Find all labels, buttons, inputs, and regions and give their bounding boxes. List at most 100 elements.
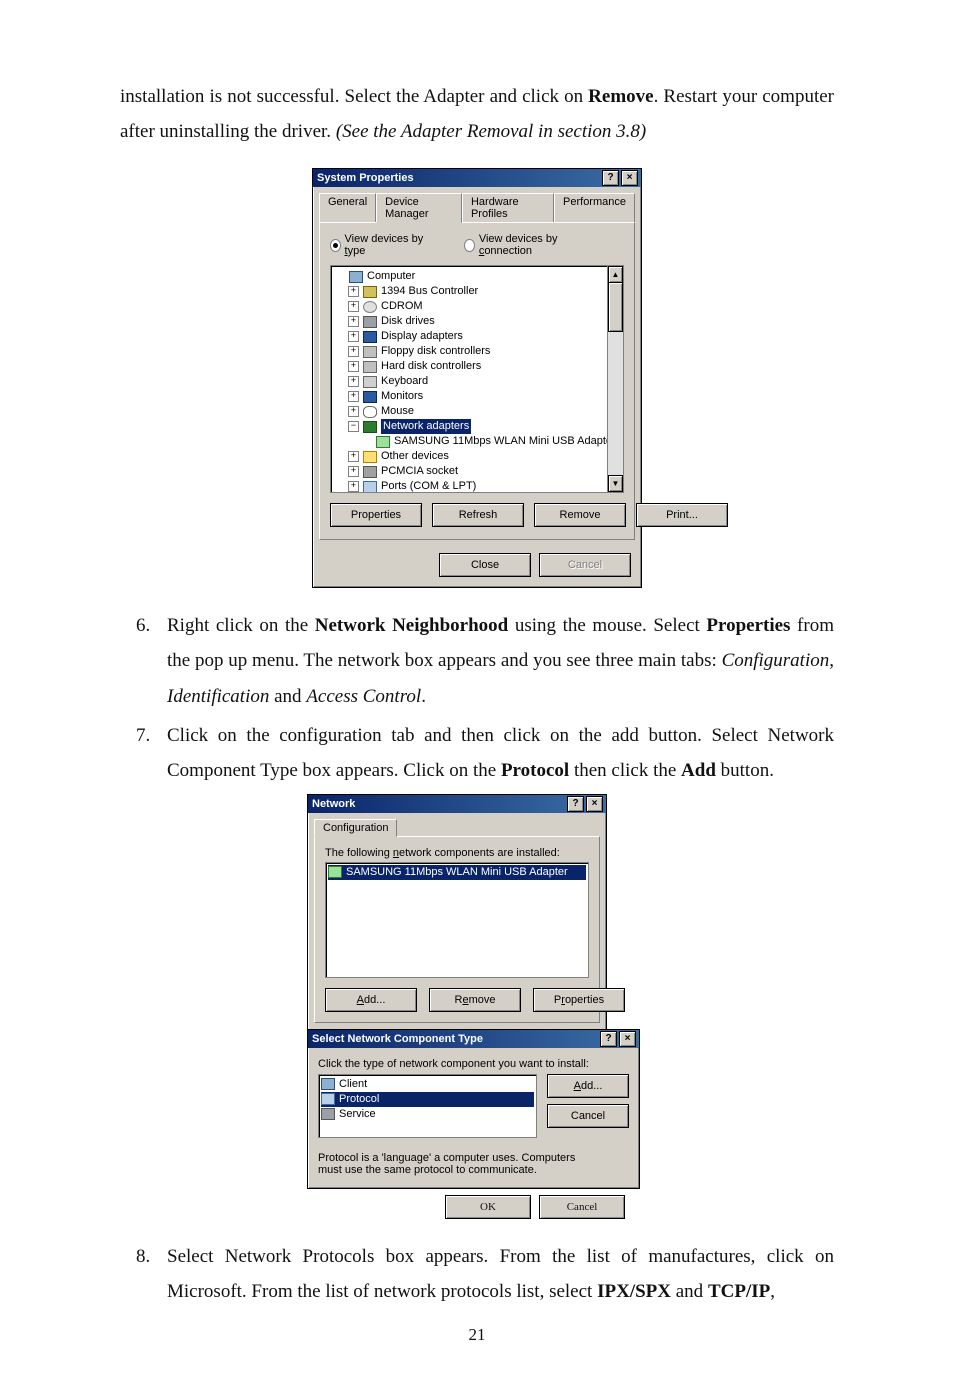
expand-icon[interactable] — [348, 391, 359, 402]
t: Protocol — [501, 760, 569, 781]
properties-button[interactable]: Properties — [533, 988, 625, 1012]
device-manager-panel: View devices by type View devices by con… — [319, 222, 635, 540]
node-keyboard[interactable]: Keyboard — [381, 374, 428, 389]
expand-icon[interactable] — [348, 406, 359, 417]
expand-icon[interactable] — [348, 316, 359, 327]
network-dialog: Network ? × Configuration The following … — [307, 794, 607, 1031]
monitor-icon — [363, 391, 377, 403]
node-mouse[interactable]: Mouse — [381, 404, 414, 419]
selcomp-cancel-button[interactable]: Cancel — [547, 1104, 629, 1128]
step-6: Right click on the Network Neighborhood … — [155, 608, 834, 713]
expand-icon[interactable] — [348, 331, 359, 342]
node-pcmcia[interactable]: PCMCIA socket — [381, 464, 458, 479]
tree-scrollbar[interactable]: ▲ ▼ — [607, 266, 623, 492]
mouse-icon — [363, 406, 377, 418]
tab-device-manager[interactable]: Device Manager — [376, 193, 462, 223]
node-display[interactable]: Display adapters — [381, 329, 463, 344]
help-icon[interactable]: ? — [600, 1031, 617, 1047]
device-manager-buttons: Properties Refresh Remove Print... — [330, 503, 624, 527]
see-ref: (See the Adapter Removal in section 3.8) — [336, 121, 646, 142]
close-icon[interactable]: × — [621, 170, 638, 186]
t: button. — [716, 760, 774, 781]
scroll-thumb[interactable] — [608, 282, 623, 332]
list-item-protocol[interactable]: Protocol — [321, 1092, 534, 1107]
add-button[interactable]: Add... — [325, 988, 417, 1012]
t: Access Control — [306, 686, 421, 707]
component-type-list[interactable]: Client Protocol Service — [318, 1074, 537, 1138]
t: Client — [339, 1078, 367, 1090]
list-item[interactable]: SAMSUNG 11Mbps WLAN Mini USB Adapter — [328, 865, 586, 880]
net-ok-button[interactable]: OK — [445, 1195, 531, 1219]
node-monitors[interactable]: Monitors — [381, 389, 423, 404]
node-1394[interactable]: 1394 Bus Controller — [381, 284, 478, 299]
close-button[interactable]: Close — [439, 553, 531, 577]
radio-by-connection[interactable]: View devices by connection — [464, 233, 584, 257]
node-floppy[interactable]: Floppy disk controllers — [381, 344, 490, 359]
t: , — [770, 1281, 775, 1302]
tab-configuration[interactable]: Configuration — [314, 819, 397, 837]
t: . — [421, 686, 426, 707]
help-icon[interactable]: ? — [602, 170, 619, 186]
collapse-icon[interactable] — [348, 421, 359, 432]
selcomp-add-button[interactable]: Add... — [547, 1074, 629, 1098]
node-cdrom[interactable]: CDROM — [381, 299, 423, 314]
intro-paragraph: installation is not successful. Select t… — [120, 79, 834, 149]
node-other[interactable]: Other devices — [381, 449, 449, 464]
selcomp-label: Click the type of network component you … — [318, 1058, 629, 1070]
page-number: 21 — [0, 1325, 954, 1345]
t: Configuration — [722, 650, 830, 671]
close-icon[interactable]: × — [619, 1031, 636, 1047]
tab-performance[interactable]: Performance — [554, 193, 635, 223]
sysprops-titlebar[interactable]: System Properties ? × — [313, 169, 641, 187]
node-network-adapters[interactable]: Network adapters — [381, 419, 471, 434]
network-components-list[interactable]: SAMSUNG 11Mbps WLAN Mini USB Adapter — [325, 862, 589, 978]
node-computer[interactable]: Computer — [367, 269, 415, 284]
expand-icon[interactable] — [348, 361, 359, 372]
expand-icon[interactable] — [348, 451, 359, 462]
selcomp-titlebar[interactable]: Select Network Component Type ? × — [308, 1030, 639, 1048]
cdrom-icon — [363, 301, 377, 313]
help-icon[interactable]: ? — [567, 796, 584, 812]
net-cancel-button[interactable]: Cancel — [539, 1195, 625, 1219]
node-hdd[interactable]: Hard disk controllers — [381, 359, 481, 374]
scroll-down-icon[interactable]: ▼ — [608, 475, 623, 492]
network-title: Network — [312, 798, 355, 810]
expand-icon[interactable] — [348, 346, 359, 357]
print-button[interactable]: Print... — [636, 503, 728, 527]
expand-icon[interactable] — [348, 301, 359, 312]
expand-icon[interactable] — [348, 481, 359, 492]
expand-icon[interactable] — [348, 376, 359, 387]
t: Properties — [706, 615, 790, 636]
node-ports[interactable]: Ports (COM & LPT) — [381, 479, 476, 493]
adapter-label: SAMSUNG 11Mbps WLAN Mini USB Adapter — [346, 866, 568, 878]
node-samsung-adapter[interactable]: SAMSUNG 11Mbps WLAN Mini USB Adapter — [394, 434, 616, 449]
node-disk[interactable]: Disk drives — [381, 314, 435, 329]
tab-general[interactable]: General — [319, 193, 376, 223]
expand-icon[interactable] — [348, 466, 359, 477]
properties-button[interactable]: Properties — [330, 503, 422, 527]
radio-by-type-label: View devices by type — [345, 233, 425, 257]
radio-by-type[interactable]: View devices by type — [330, 233, 424, 257]
t: Network Neighborhood — [315, 615, 508, 636]
list-item-client[interactable]: Client — [321, 1077, 534, 1092]
bus-icon — [363, 286, 377, 298]
scroll-up-icon[interactable]: ▲ — [608, 266, 623, 283]
refresh-button[interactable]: Refresh — [432, 503, 524, 527]
t: , — [829, 650, 834, 671]
remove-button[interactable]: Remove — [429, 988, 521, 1012]
t: Service — [339, 1108, 376, 1120]
close-icon[interactable]: × — [586, 796, 603, 812]
t: using the mouse. Select — [508, 615, 706, 636]
network-titlebar[interactable]: Network ? × — [308, 795, 606, 813]
expand-icon[interactable] — [348, 286, 359, 297]
radio-dot-icon — [330, 239, 341, 252]
floppy-icon — [363, 346, 377, 358]
list-item-service[interactable]: Service — [321, 1107, 534, 1122]
tab-hardware-profiles[interactable]: Hardware Profiles — [462, 193, 554, 223]
ports-icon — [363, 481, 377, 493]
device-tree[interactable]: Computer 1394 Bus Controller CDROM Disk … — [330, 265, 624, 493]
t: Protocol — [339, 1093, 379, 1105]
keyboard-icon — [363, 376, 377, 388]
sysprops-tabstrip: General Device Manager Hardware Profiles… — [313, 187, 641, 223]
remove-button[interactable]: Remove — [534, 503, 626, 527]
